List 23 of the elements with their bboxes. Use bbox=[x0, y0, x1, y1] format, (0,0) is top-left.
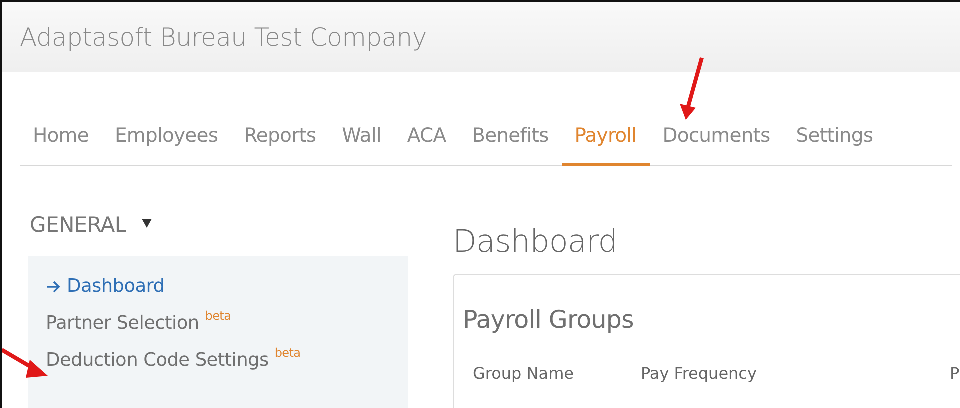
sidebar-link[interactable]: Partner Selection bbox=[46, 313, 200, 334]
beta-label: beta bbox=[205, 309, 232, 323]
sidebar-link[interactable]: Dashboard bbox=[67, 276, 165, 297]
arrow-right-icon bbox=[46, 280, 61, 292]
dropdown-triangle-icon[interactable] bbox=[142, 218, 152, 228]
nav-tab[interactable]: Benefits bbox=[459, 108, 562, 166]
company-title: Adaptasoft Bureau Test Company bbox=[20, 22, 427, 52]
column-header: Pay Frequency bbox=[641, 364, 758, 383]
nav-tab[interactable]: Settings bbox=[783, 108, 886, 166]
column-header: Group Name bbox=[473, 364, 575, 383]
nav-tab[interactable]: ACA bbox=[394, 108, 460, 166]
nav-tab[interactable]: Reports bbox=[231, 108, 330, 166]
nav-tab[interactable]: Wall bbox=[329, 108, 394, 166]
section-heading[interactable]: GENERAL bbox=[30, 213, 126, 237]
nav-tab[interactable]: Documents bbox=[650, 108, 784, 166]
sidebar-link[interactable]: Deduction Code Settings bbox=[46, 350, 269, 371]
column-header: P bbox=[950, 364, 960, 383]
page-heading: Dashboard bbox=[453, 224, 619, 260]
nav-tab[interactable]: Payroll bbox=[562, 108, 650, 166]
nav-tab[interactable]: Employees bbox=[102, 108, 232, 166]
beta-label: beta bbox=[274, 346, 301, 360]
nav-tab[interactable]: Home bbox=[20, 108, 102, 166]
card-heading: Payroll Groups bbox=[463, 305, 635, 334]
